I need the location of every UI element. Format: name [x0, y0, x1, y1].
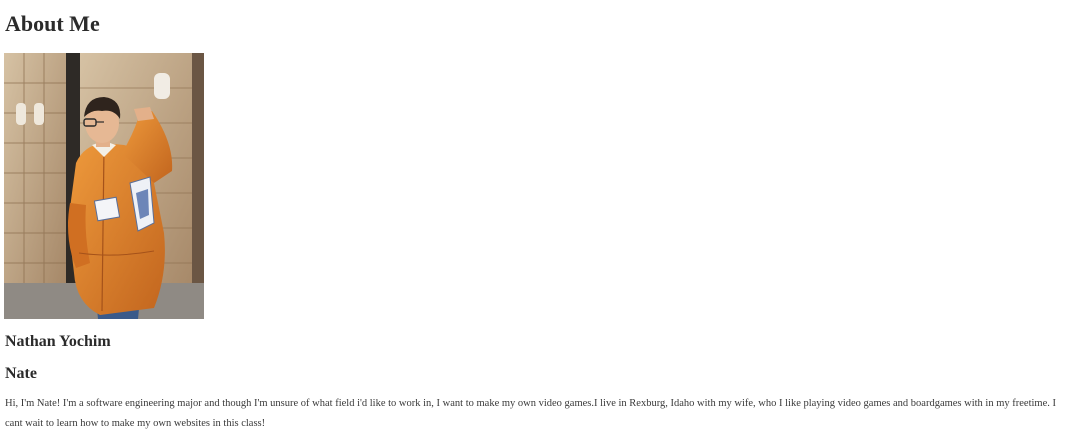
profile-photo: [4, 53, 204, 319]
nickname-heading: Nate: [5, 365, 37, 382]
profile-photo-illustration: [4, 53, 204, 319]
bio-paragraph: Hi, I'm Nate! I'm a software engineering…: [5, 398, 1056, 429]
page-title: About Me: [5, 11, 100, 36]
page: About Me Nathan Yochim Nate Hi, I'm Nate…: [0, 0, 1074, 440]
full-name-heading: Nathan Yochim: [5, 333, 111, 350]
